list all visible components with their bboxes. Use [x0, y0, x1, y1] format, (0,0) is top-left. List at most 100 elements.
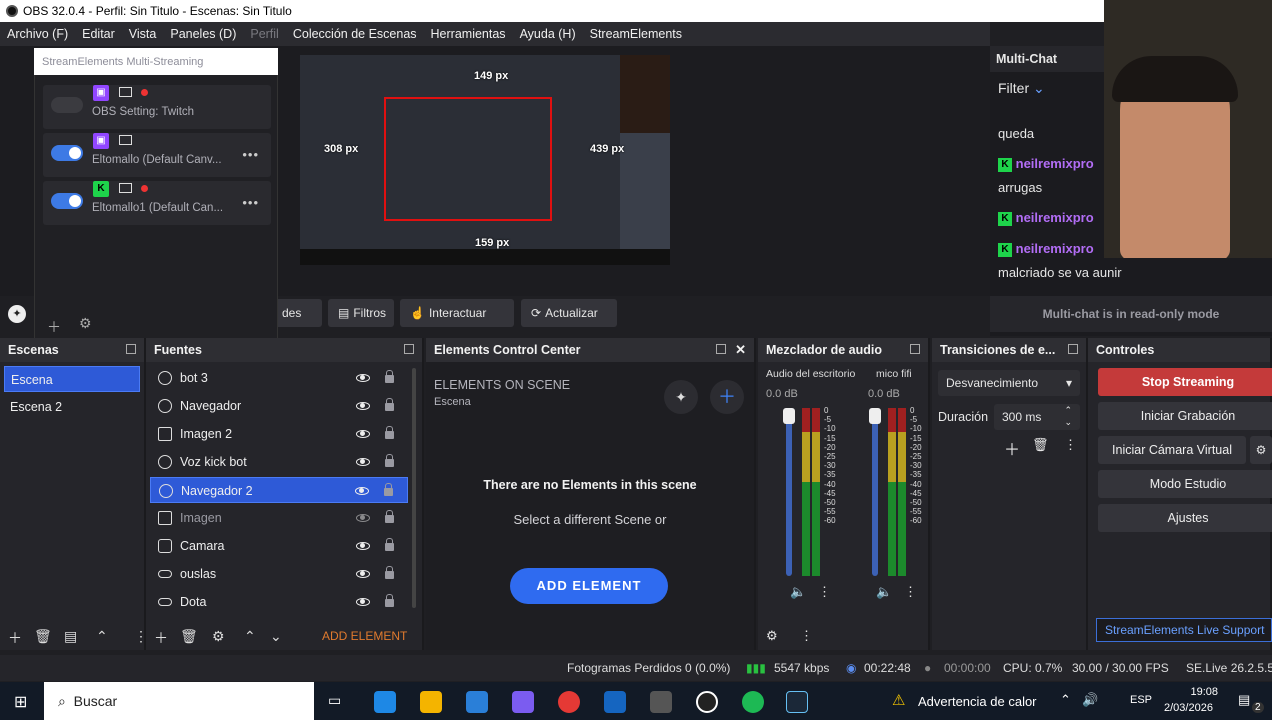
task-view-icon[interactable]: ▭ — [328, 692, 341, 709]
live-support-link[interactable]: StreamElements Live Support — [1096, 618, 1272, 642]
chevron-down-icon[interactable]: ⌄ — [270, 628, 282, 645]
menu-paneles[interactable]: Paneles (D) — [163, 22, 243, 46]
lock-icon[interactable] — [385, 398, 394, 411]
selection-box[interactable] — [384, 97, 552, 221]
stepper-icon[interactable]: ⌃ ⌄ — [1064, 404, 1072, 428]
scene-item[interactable]: Escena 2 — [4, 394, 140, 420]
add-icon[interactable]: ＋ — [154, 628, 168, 648]
lock-icon[interactable] — [385, 454, 394, 467]
notification-icon[interactable]: ▤ — [1238, 692, 1250, 708]
add-icon[interactable]: ＋ — [47, 317, 61, 337]
store-icon[interactable] — [466, 691, 488, 713]
eye-icon[interactable] — [355, 487, 369, 495]
more-options-icon[interactable]: ••• — [242, 147, 259, 162]
volume-icon[interactable]: 🔊 — [1082, 692, 1098, 708]
scene-filter-icon[interactable]: ▤ — [64, 628, 77, 645]
gear-icon[interactable]: ⚙ — [79, 315, 92, 332]
mixer-settings-icon[interactable]: ⚙ — [766, 628, 778, 644]
chevron-up-icon[interactable]: ⌃ — [244, 628, 256, 645]
menu-editar[interactable]: Editar — [75, 22, 122, 46]
lock-icon[interactable] — [385, 566, 394, 579]
clock-time[interactable]: 19:08 — [1172, 686, 1218, 698]
folder-icon[interactable] — [420, 691, 442, 713]
stop-streaming-button[interactable]: Stop Streaming — [1098, 368, 1272, 396]
eye-icon[interactable] — [356, 458, 370, 466]
float-icon[interactable] — [910, 344, 920, 354]
lock-icon[interactable] — [385, 538, 394, 551]
gear-icon[interactable]: ⚙ — [212, 628, 225, 645]
float-icon[interactable] — [126, 344, 136, 354]
more-icon[interactable]: ⋮ — [904, 584, 917, 600]
source-item[interactable]: Navegador — [150, 393, 408, 419]
se-logo-icon[interactable]: ✦ — [8, 305, 26, 323]
add-element-button[interactable]: ADD ELEMENT — [510, 568, 668, 604]
add-icon[interactable]: ＋ — [710, 380, 744, 414]
clock-date[interactable]: 2/03/2026 — [1164, 702, 1213, 714]
settings-button[interactable]: Ajustes — [1098, 504, 1272, 532]
source-item[interactable]: Camara — [150, 533, 408, 559]
search-box[interactable]: ⌕ Buscar — [44, 682, 314, 720]
eye-icon[interactable] — [356, 430, 370, 438]
add-element-link[interactable]: ADD ELEMENT — [322, 629, 407, 643]
filters-button[interactable]: ▤ Filtros — [328, 299, 394, 327]
volume-handle[interactable] — [869, 408, 881, 424]
menu-herramientas[interactable]: Herramientas — [424, 22, 513, 46]
duration-input[interactable]: 300 ms ⌃ ⌄ — [994, 404, 1080, 430]
source-item[interactable]: Dota — [150, 589, 408, 615]
more-options-icon[interactable]: ••• — [242, 195, 259, 210]
eye-icon[interactable] — [356, 598, 370, 606]
add-icon[interactable]: ＋ — [1004, 436, 1020, 460]
magic-icon[interactable]: ✦ — [664, 380, 698, 414]
volume-slider[interactable] — [872, 410, 878, 576]
chevron-up-icon[interactable]: ⌃ — [96, 628, 108, 645]
recorder-icon[interactable] — [650, 691, 672, 713]
interact-button[interactable]: ☝ Interactuar — [400, 299, 514, 327]
menu-ayuda[interactable]: Ayuda (H) — [513, 22, 583, 46]
start-recording-button[interactable]: Iniciar Grabación — [1098, 402, 1272, 430]
scrollbar[interactable] — [412, 368, 416, 608]
speaker-icon[interactable]: 🔈 — [876, 584, 892, 600]
studio-mode-button[interactable]: Modo Estudio — [1098, 470, 1272, 498]
source-item[interactable]: Voz kick bot — [150, 449, 408, 475]
stream-toggle[interactable] — [51, 145, 83, 161]
volume-handle[interactable] — [783, 408, 795, 424]
lock-icon[interactable] — [385, 510, 394, 523]
heat-warning[interactable]: Advertencia de calor — [918, 694, 1037, 709]
lock-icon[interactable] — [385, 594, 394, 607]
windows-start-icon[interactable]: ⊞ — [14, 692, 27, 712]
spotify-icon[interactable] — [742, 691, 764, 713]
program-preview[interactable]: 149 px 308 px 439 px 159 px — [300, 55, 670, 265]
source-item[interactable]: ouslas — [150, 561, 408, 587]
source-item[interactable]: Imagen 2 — [150, 421, 408, 447]
stream-toggle[interactable] — [51, 97, 83, 113]
lock-icon[interactable] — [385, 426, 394, 439]
virtual-camera-button[interactable]: Iniciar Cámara Virtual — [1098, 436, 1246, 464]
add-icon[interactable]: ＋ — [8, 628, 22, 648]
more-icon[interactable]: ⋮ — [800, 628, 813, 644]
more-icon[interactable]: ⋮ — [818, 584, 831, 600]
eye-icon[interactable] — [356, 402, 370, 410]
speaker-icon[interactable]: 🔈 — [790, 584, 806, 600]
float-icon[interactable] — [404, 344, 414, 354]
lock-icon[interactable] — [385, 370, 394, 383]
menu-vista[interactable]: Vista — [122, 22, 164, 46]
source-item[interactable]: Imagen — [150, 505, 408, 531]
chevron-up-icon[interactable]: ⌃ — [1060, 692, 1071, 708]
eye-icon[interactable] — [356, 542, 370, 550]
trash-icon[interactable]: 🗑 — [180, 628, 198, 645]
chrome-icon[interactable] — [558, 691, 580, 713]
menu-perfil[interactable]: Perfil — [243, 22, 285, 46]
scene-item[interactable]: Escena — [4, 366, 140, 392]
obs-icon[interactable] — [696, 691, 718, 713]
eye-icon[interactable] — [356, 570, 370, 578]
menu-coleccion[interactable]: Colección de Escenas — [286, 22, 424, 46]
trash-icon[interactable]: 🗑 — [1032, 437, 1049, 453]
source-item[interactable]: bot 3 — [150, 365, 408, 391]
float-icon[interactable] — [716, 344, 726, 354]
lock-icon[interactable] — [384, 483, 393, 496]
volume-slider[interactable] — [786, 410, 792, 576]
trash-icon[interactable]: 🗑 — [34, 628, 52, 645]
eye-icon[interactable] — [356, 374, 370, 382]
close-icon[interactable]: ✕ — [735, 338, 746, 362]
edge-icon[interactable] — [374, 691, 396, 713]
